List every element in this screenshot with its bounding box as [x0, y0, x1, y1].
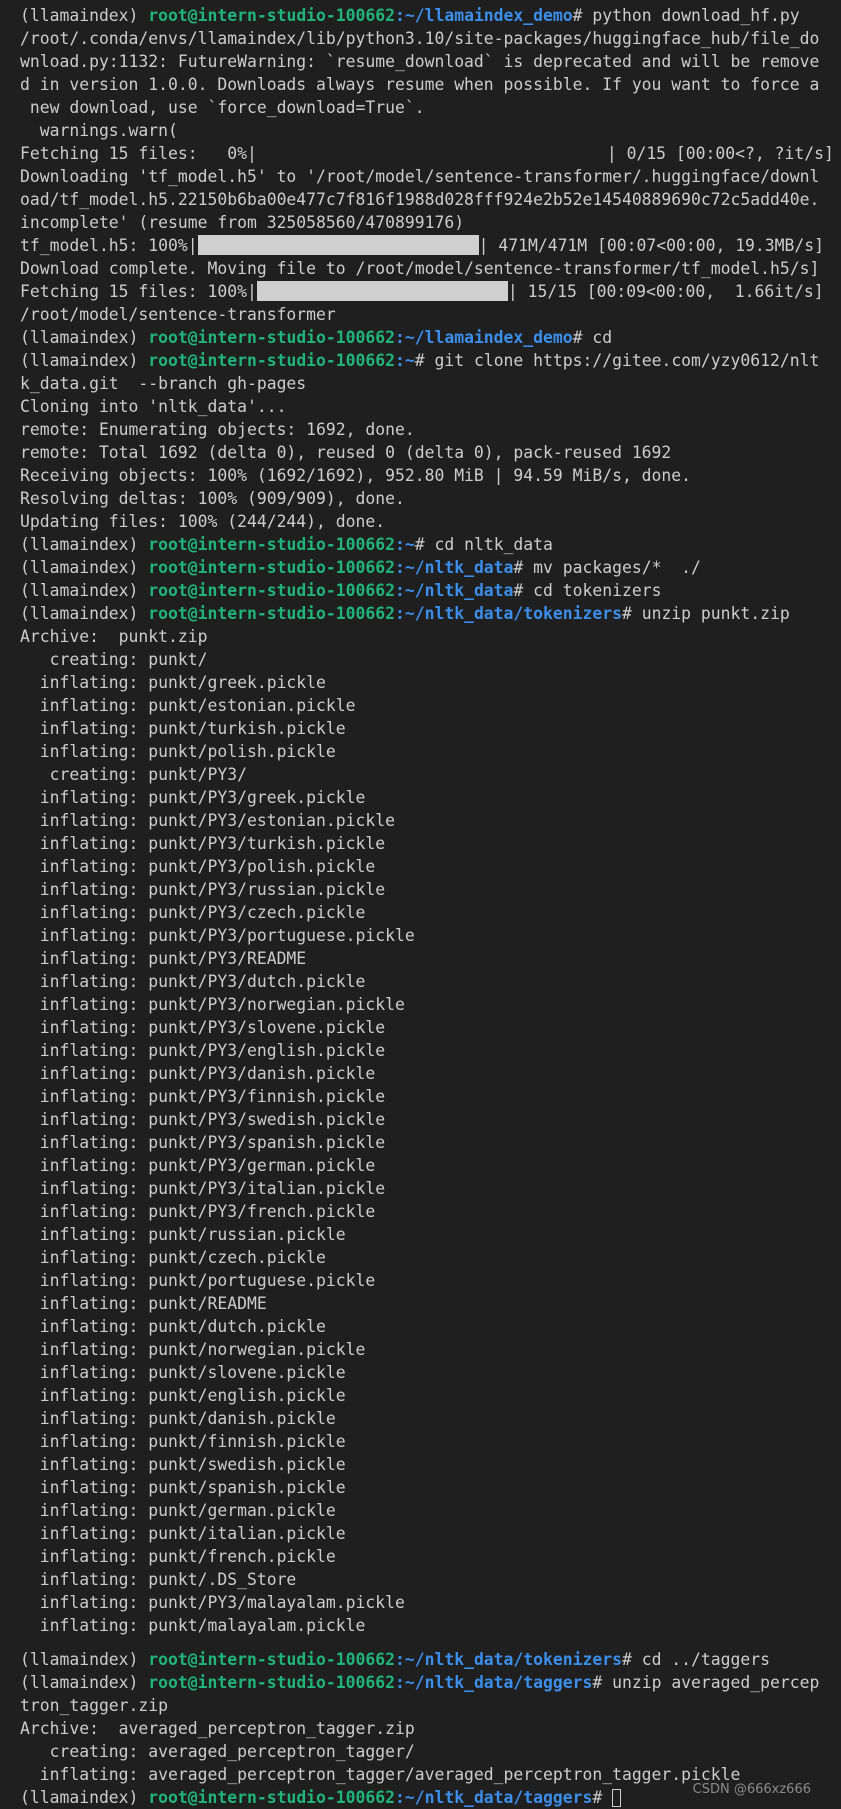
output-line: creating: averaged_perceptron_tagger/	[20, 1742, 415, 1761]
output-line: oad/tf_model.h5.22150b6ba00e477c7f816f19…	[20, 190, 820, 209]
output-line: remote: Total 1692 (delta 0), reused 0 (…	[20, 443, 672, 462]
output-line: /root/model/sentence-transformer	[20, 305, 336, 324]
output-line: inflating: punkt/PY3/portuguese.pickle	[20, 926, 415, 945]
prompt-line: (llamaindex) root@intern-studio-100662:~…	[20, 556, 835, 579]
output-line: wnload.py:1132: FutureWarning: `resume_d…	[20, 52, 820, 71]
output-line: tron_tagger.zip	[20, 1696, 169, 1715]
output-line: Cloning into 'nltk_data'...	[20, 397, 287, 416]
output-line: inflating: punkt/spanish.pickle	[20, 1478, 346, 1497]
output-line: inflating: punkt/french.pickle	[20, 1547, 336, 1566]
output-line: inflating: punkt/slovene.pickle	[20, 1363, 346, 1382]
output-line: inflating: punkt/README	[20, 1294, 267, 1313]
output-line: creating: punkt/PY3/	[20, 765, 247, 784]
output-line: inflating: punkt/PY3/german.pickle	[20, 1156, 376, 1175]
output-line: inflating: punkt/danish.pickle	[20, 1409, 336, 1428]
output-line: inflating: punkt/PY3/dutch.pickle	[20, 972, 366, 991]
prompt-line: (llamaindex) root@intern-studio-100662:~…	[20, 349, 835, 372]
prompt-line: (llamaindex) root@intern-studio-100662:~…	[20, 533, 835, 556]
output-line: d in version 1.0.0. Downloads always res…	[20, 75, 820, 94]
output-line: inflating: punkt/czech.pickle	[20, 1248, 326, 1267]
output-line: inflating: punkt/italian.pickle	[20, 1524, 346, 1543]
output-line: inflating: punkt/PY3/turkish.pickle	[20, 834, 386, 853]
output-line: Archive: punkt.zip	[20, 627, 208, 646]
output-line: inflating: punkt/estonian.pickle	[20, 696, 356, 715]
output-line: inflating: punkt/PY3/slovene.pickle	[20, 1018, 386, 1037]
output-line: inflating: punkt/.DS_Store	[20, 1570, 297, 1589]
output-line: inflating: punkt/dutch.pickle	[20, 1317, 326, 1336]
output-line: inflating: punkt/PY3/polish.pickle	[20, 857, 376, 876]
output-line: creating: punkt/	[20, 650, 208, 669]
watermark: CSDN @666xz666	[692, 1782, 811, 1797]
output-line: inflating: punkt/PY3/russian.pickle	[20, 880, 386, 899]
output-line: Updating files: 100% (244/244), done.	[20, 512, 386, 531]
prompt-line: (llamaindex) root@intern-studio-100662:~…	[20, 4, 835, 27]
output-line: inflating: punkt/PY3/french.pickle	[20, 1202, 376, 1221]
output-line: k_data.git --branch gh-pages	[20, 374, 307, 393]
progress-bar	[197, 235, 479, 255]
output-line: Resolving deltas: 100% (909/909), done.	[20, 489, 405, 508]
output-line: inflating: punkt/finnish.pickle	[20, 1432, 346, 1451]
output-line: incomplete' (resume from 325058560/47089…	[20, 213, 465, 232]
output-line: remote: Enumerating objects: 1692, done.	[20, 420, 415, 439]
progress-bar	[256, 281, 508, 301]
output-line: inflating: punkt/german.pickle	[20, 1501, 336, 1520]
output-line: inflating: punkt/malayalam.pickle	[20, 1616, 366, 1635]
output-line: inflating: punkt/PY3/danish.pickle	[20, 1064, 376, 1083]
output-line: warnings.warn(	[20, 121, 178, 140]
output-line: inflating: punkt/PY3/README	[20, 949, 307, 968]
output-line: inflating: punkt/PY3/spanish.pickle	[20, 1133, 386, 1152]
prompt-line: (llamaindex) root@intern-studio-100662:~…	[20, 326, 835, 349]
prompt-line: (llamaindex) root@intern-studio-100662:~…	[20, 579, 835, 602]
output-line: /root/.conda/envs/llamaindex/lib/python3…	[20, 29, 820, 48]
output-line: inflating: punkt/PY3/english.pickle	[20, 1041, 386, 1060]
output-line: inflating: punkt/russian.pickle	[20, 1225, 346, 1244]
output-line: inflating: punkt/swedish.pickle	[20, 1455, 346, 1474]
output-line: inflating: punkt/norwegian.pickle	[20, 1340, 366, 1359]
output-line: inflating: punkt/PY3/czech.pickle	[20, 903, 366, 922]
output-line: Archive: averaged_perceptron_tagger.zip	[20, 1719, 415, 1738]
output-line: inflating: punkt/PY3/malayalam.pickle	[20, 1593, 405, 1612]
output-line: inflating: punkt/portuguese.pickle	[20, 1271, 376, 1290]
output-line: inflating: punkt/PY3/finnish.pickle	[20, 1087, 386, 1106]
terminal-cursor[interactable]	[612, 1789, 622, 1807]
output-line: Downloading 'tf_model.h5' to '/root/mode…	[20, 167, 820, 186]
output-line: inflating: punkt/polish.pickle	[20, 742, 336, 761]
prompt-line: (llamaindex) root@intern-studio-100662:~…	[20, 1671, 835, 1694]
output-line: inflating: punkt/PY3/greek.pickle	[20, 788, 366, 807]
output-line: new download, use `force_download=True`.	[20, 98, 425, 117]
output-line: inflating: punkt/PY3/italian.pickle	[20, 1179, 386, 1198]
output-line: inflating: punkt/turkish.pickle	[20, 719, 346, 738]
prompt-line: (llamaindex) root@intern-studio-100662:~…	[20, 1648, 835, 1671]
prompt-line: (llamaindex) root@intern-studio-100662:~…	[20, 602, 835, 625]
progress-line: Fetching 15 files: 0%| | 0/15 [00:00<?, ?…	[20, 144, 834, 163]
progress-line: Fetching 15 files: 100%| | 15/15 [00:09<0…	[20, 281, 824, 301]
output-line: inflating: punkt/PY3/swedish.pickle	[20, 1110, 386, 1129]
terminal-output[interactable]: (llamaindex) root@intern-studio-100662:~…	[0, 0, 841, 1807]
output-line: inflating: punkt/greek.pickle	[20, 673, 326, 692]
progress-line: tf_model.h5: 100%| | 471M/471M [00:07<00:…	[20, 235, 825, 255]
output-line: inflating: punkt/PY3/norwegian.pickle	[20, 995, 405, 1014]
output-line: Receiving objects: 100% (1692/1692), 952…	[20, 466, 692, 485]
output-line: inflating: punkt/english.pickle	[20, 1386, 346, 1405]
output-line: Download complete. Moving file to /root/…	[20, 259, 820, 278]
output-line: inflating: punkt/PY3/estonian.pickle	[20, 811, 395, 830]
